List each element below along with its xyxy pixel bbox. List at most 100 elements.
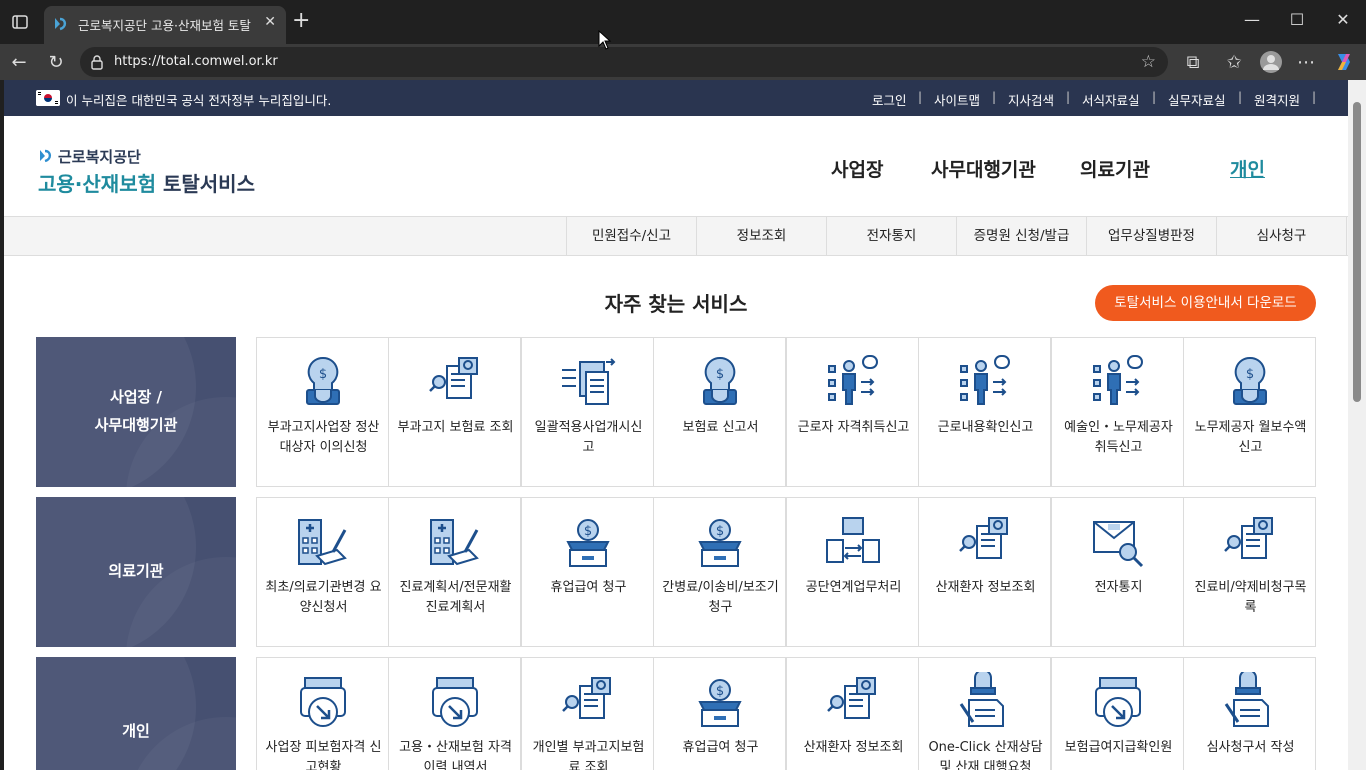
service-card[interactable]: $ 노무제공자 월보수액 신고: [1183, 337, 1316, 487]
new-tab-button[interactable]: +: [292, 10, 310, 32]
practice-library-link[interactable]: 실무자료실: [1168, 90, 1226, 109]
reload-icon[interactable]: ↻: [45, 52, 67, 74]
service-card[interactable]: One-Click 산재상담 및 산재 대행요청: [918, 657, 1051, 770]
document-transfer-icon: [562, 358, 616, 405]
main-nav-agency[interactable]: 사무대행기관: [931, 155, 1036, 182]
worker-list-icon: [828, 355, 878, 405]
subnav-complaint[interactable]: 민원접수/신고: [566, 217, 696, 255]
logo-service-b: 토탈서비스: [162, 172, 255, 196]
printer-download-icon: [300, 677, 346, 727]
minimize-button[interactable]: —: [1240, 10, 1264, 29]
service-card[interactable]: 사업장 피보험자격 신고현황: [256, 657, 389, 770]
document-search-icon: [827, 677, 876, 719]
more-menu-icon[interactable]: ⋯: [1295, 52, 1317, 74]
download-guide-button[interactable]: 토탈서비스 이용안내서 다운로드: [1095, 285, 1316, 321]
service-card[interactable]: 부과고지 보험료 조회: [388, 337, 521, 487]
service-card[interactable]: $ 부과고지사업장 정산대상자 이의신청: [256, 337, 389, 487]
separator: |: [918, 90, 923, 104]
form-library-link[interactable]: 서식자료실: [1082, 90, 1140, 109]
service-card-label: 개인별 부과고지보험료 조회: [532, 740, 645, 770]
main-nav-individual[interactable]: 개인: [1230, 155, 1265, 182]
sitemap-link[interactable]: 사이트맵: [934, 90, 980, 109]
service-card[interactable]: 일괄적용사업개시신고: [521, 337, 654, 487]
service-card[interactable]: $ 휴업급여 청구: [653, 657, 786, 770]
profile-avatar-icon[interactable]: [1259, 50, 1283, 74]
service-card-label: 보험료 신고서: [682, 420, 759, 435]
main-nav-workplace[interactable]: 사업장: [831, 155, 883, 182]
service-card[interactable]: 근로내용확인신고: [918, 337, 1051, 487]
tab-actions-icon[interactable]: [10, 12, 30, 32]
separator: |: [992, 90, 997, 104]
money-bulb-icon: $: [703, 356, 737, 405]
worker-list-icon: [960, 355, 1010, 405]
stamp-document-icon: [1224, 672, 1269, 727]
row-label-line2: 사무대행기관: [94, 416, 178, 434]
copilot-icon[interactable]: [1332, 50, 1356, 74]
tab-close-icon[interactable]: ✕: [264, 14, 276, 30]
service-card[interactable]: 산재환자 정보조회: [918, 497, 1051, 647]
money-bulb-icon: $: [306, 356, 340, 405]
service-card[interactable]: $ 간병료/이송비/보조기 청구: [653, 497, 786, 647]
browser-tabbar: 근로복지공단 고용·산재보험 토탈 ✕ + — ☐ ✕: [0, 0, 1366, 44]
subnav-review-request[interactable]: 심사청구: [1216, 217, 1347, 255]
back-arrow-icon[interactable]: ←: [8, 52, 30, 74]
scrollbar-thumb[interactable]: [1353, 102, 1361, 402]
service-card[interactable]: 심사청구서 작성: [1183, 657, 1316, 770]
main-nav-medical[interactable]: 의료기관: [1080, 155, 1150, 182]
service-card-label: 부과고지 보험료 조회: [397, 420, 514, 435]
money-box-icon: $: [698, 679, 742, 727]
svg-text:$: $: [1246, 367, 1254, 382]
gov-notice-text: 이 누리집은 대한민국 공식 전자정부 누리집입니다.: [66, 93, 332, 108]
favorite-star-icon[interactable]: ☆: [1141, 52, 1156, 72]
subnav-disease-judgment[interactable]: 업무상질병판정: [1086, 217, 1216, 255]
money-bulb-icon: $: [1233, 356, 1267, 405]
service-card[interactable]: 진료비/약제비청구목록: [1183, 497, 1316, 647]
maximize-button[interactable]: ☐: [1285, 10, 1309, 29]
worker-list-icon: [1093, 355, 1143, 405]
service-card[interactable]: 전자통지: [1051, 497, 1184, 647]
row-label-medical: 의료기관: [36, 497, 236, 647]
close-window-button[interactable]: ✕: [1331, 10, 1355, 29]
service-card-label: 심사청구서 작성: [1206, 740, 1295, 755]
service-card[interactable]: 최초/의료기관변경 요양신청서: [256, 497, 389, 647]
service-card-label: 사업장 피보험자격 신고현황: [265, 740, 382, 770]
service-card-label: 휴업급여 청구: [550, 580, 627, 595]
service-card-label: 진료계획서/전문재활진료계획서: [399, 580, 512, 615]
document-search-icon: [562, 677, 611, 719]
tab-title: 근로복지공단 고용·산재보험 토탈: [78, 18, 251, 33]
service-card[interactable]: 고용・산재보험 자격 이력 내역서: [388, 657, 521, 770]
service-card[interactable]: 공단연계업무처리: [786, 497, 919, 647]
service-card-label: 휴업급여 청구: [682, 740, 759, 755]
url-field[interactable]: https://total.comwel.or.kr ☆: [80, 47, 1168, 77]
service-card[interactable]: $ 보험료 신고서: [653, 337, 786, 487]
service-card[interactable]: $ 휴업급여 청구: [521, 497, 654, 647]
subnav-info-inquiry[interactable]: 정보조회: [696, 217, 826, 255]
subnav-certificate[interactable]: 증명원 신청/발급: [956, 217, 1086, 255]
service-card[interactable]: 근로자 자격취득신고: [786, 337, 919, 487]
logo-service-a: 고용·산재보험: [38, 172, 156, 196]
subnav-e-notice[interactable]: 전자통지: [826, 217, 956, 255]
svg-text:$: $: [716, 684, 724, 699]
service-card-label: One-Click 산재상담 및 산재 대행요청: [928, 740, 1043, 770]
login-link[interactable]: 로그인: [872, 90, 907, 109]
service-card-label: 공단연계업무처리: [805, 580, 902, 595]
browser-tab-active[interactable]: 근로복지공단 고용·산재보험 토탈 ✕: [44, 6, 286, 44]
page-scrollbar[interactable]: [1348, 80, 1366, 770]
service-card[interactable]: 개인별 부과고지보험료 조회: [521, 657, 654, 770]
extensions-icon[interactable]: ⧉: [1182, 52, 1204, 74]
separator: |: [1238, 90, 1243, 104]
row-label-workplace: 사업장 / 사무대행기관: [36, 337, 236, 487]
url-text: https://total.comwel.or.kr: [114, 54, 278, 69]
service-card[interactable]: 보험급여지급확인원: [1051, 657, 1184, 770]
svg-text:$: $: [716, 524, 724, 539]
service-card[interactable]: 산재환자 정보조회: [786, 657, 919, 770]
money-box-icon: $: [566, 519, 610, 567]
branch-search-link[interactable]: 지사검색: [1008, 90, 1054, 109]
favorites-icon[interactable]: ✩: [1223, 52, 1245, 74]
remote-support-link[interactable]: 원격지원: [1254, 90, 1300, 109]
comwel-favicon-icon: [55, 17, 67, 31]
separator: |: [1152, 90, 1157, 104]
service-card[interactable]: 진료계획서/전문재활진료계획서: [388, 497, 521, 647]
webpage: 이 누리집은 대한민국 공식 전자정부 누리집입니다. 로그인 | 사이트맵 |…: [4, 80, 1348, 770]
service-card[interactable]: 예술인・노무제공자 취득신고: [1051, 337, 1184, 487]
